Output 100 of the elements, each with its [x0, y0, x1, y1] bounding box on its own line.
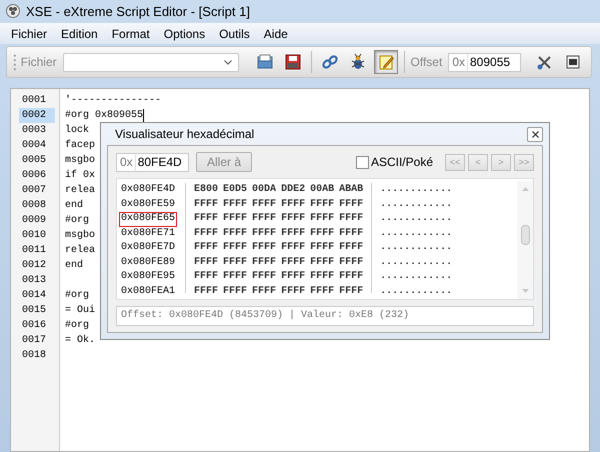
line-number: 0008: [21, 199, 48, 213]
code-line: = Ok.: [65, 334, 96, 348]
hex-word: FFFF: [339, 198, 364, 212]
hex-word: FFFF: [223, 212, 248, 226]
hex-word: FFFF: [281, 284, 306, 298]
line-number: 0002: [19, 108, 55, 123]
address-cell-text: 0x080FE71: [120, 226, 176, 240]
status-field: Offset: 0x080FE4D (8453709) | Valeur: 0xE8 (232): [116, 306, 534, 326]
hex-word: FFFF: [281, 256, 306, 270]
line-number: 0003: [21, 124, 48, 138]
line-number: 0016: [21, 319, 48, 333]
hex-word: FFFF: [194, 256, 218, 270]
line-number: 0004: [21, 139, 48, 153]
hex-word: FFFF: [223, 241, 248, 255]
address-cell-text: 0x080FE59: [120, 198, 176, 212]
hex-word: FFFF: [339, 212, 364, 226]
hex-word: FFFF: [281, 241, 306, 255]
code-line: if 0x: [65, 168, 96, 183]
address-cell-text: 0x080FE4D: [120, 183, 176, 197]
hex-word: FFFF: [252, 270, 276, 284]
line-number: 0011: [21, 244, 48, 258]
notepad-pencil-button[interactable]: [374, 50, 398, 74]
hex-word: FFFF: [310, 256, 334, 270]
hex-word: FFFF: [281, 270, 306, 284]
save-floppy-icon: [284, 53, 302, 71]
code-line: '---------------: [65, 94, 162, 108]
line-number: 0006: [21, 169, 48, 183]
hex-word: FFFF: [223, 198, 248, 212]
line-number: 0012: [21, 259, 48, 273]
code-line: end: [65, 198, 84, 213]
ascii-cell-text: ............: [380, 241, 452, 255]
checkbox[interactable]: [356, 156, 369, 168]
address-cell-text: 0x080FE95: [120, 270, 176, 284]
code-line: msgbo: [65, 228, 96, 243]
window-title: XSE - eXtreme Script Editor - [Script 1]: [26, 4, 250, 18]
address-field[interactable]: 80FE4D: [136, 152, 189, 172]
hex-word: FFFF: [223, 284, 248, 298]
ascii-cell-text: ............: [380, 198, 452, 212]
window-icon: [564, 53, 582, 71]
menu-item[interactable]: Format: [104, 26, 157, 40]
scroll-down-icon: [522, 289, 528, 293]
menu-item[interactable]: Edition: [54, 26, 105, 40]
menu-item[interactable]: Options: [156, 26, 212, 40]
line-number: 0015: [21, 304, 48, 318]
code-line: = Oui: [65, 304, 96, 318]
scrollbar-thumb[interactable]: [520, 225, 530, 245]
menu-item[interactable]: Aide: [256, 26, 295, 40]
hex-word: FFFF: [223, 226, 248, 240]
scroll-up-icon: [522, 187, 528, 191]
scrollbar[interactable]: [517, 181, 533, 299]
line-number: 0001: [21, 94, 48, 108]
address-cell-text: 0x080FE7D: [120, 241, 176, 255]
hex-word: FFFF: [252, 198, 276, 212]
offset-label: Offset: [410, 55, 442, 69]
hex-word: FFFF: [310, 284, 334, 298]
hex-word: FFFF: [310, 226, 334, 240]
ascii-cell-text: ............: [380, 226, 452, 240]
address-cell: 0x080FE65: [119, 212, 178, 226]
dialog-title: Visualisateur hexadécimal: [115, 127, 254, 141]
line-number: 0010: [21, 229, 48, 243]
code-line: relea: [65, 184, 96, 198]
app-icon: [6, 4, 20, 18]
ascii-cell-text: ............: [380, 270, 452, 284]
grip-icon: [13, 53, 17, 71]
hex-word: E0D5: [223, 183, 248, 197]
address-cell-text: 0x080FE89: [120, 256, 176, 270]
file-label: Fichier: [20, 55, 57, 69]
hex-word: FFFF: [281, 226, 306, 240]
code-line: #org: [65, 214, 90, 228]
hex-word: FFFF: [252, 212, 276, 226]
line-number: 0007: [21, 184, 48, 198]
line-number: 0013: [21, 274, 48, 288]
address-cell-text: 0x080FEA1: [120, 284, 176, 298]
hex-word: ABAB: [339, 183, 364, 197]
hex-word: FFFF: [310, 241, 334, 255]
hex-word: FFFF: [310, 212, 334, 226]
offset-field[interactable]: 809055: [468, 52, 521, 72]
line-number: 0014: [21, 289, 48, 303]
hex-word: FFFF: [339, 270, 364, 284]
ascii-cell-text: ............: [380, 183, 452, 197]
menu-item[interactable]: Outils: [212, 26, 257, 40]
hex-word: FFFF: [339, 256, 364, 270]
line-number: 0005: [21, 154, 48, 168]
hex-word: FFFF: [252, 284, 276, 298]
hex-word: 00DA: [252, 183, 276, 197]
menu-item[interactable]: Fichier: [4, 26, 54, 40]
ascii-cell-text: ............: [380, 256, 452, 270]
close-button[interactable]: [527, 126, 543, 142]
line-number: 0009: [21, 214, 48, 228]
hex-prefix-label: 0x: [448, 52, 468, 72]
code-line: #org: [65, 319, 90, 333]
hex-word: FFFF: [339, 241, 364, 255]
hex-word: DDE2: [281, 183, 306, 197]
hex-word: FFFF: [281, 212, 306, 226]
hex-word: FFFF: [194, 270, 218, 284]
hex-word: FFFF: [223, 256, 248, 270]
code-line: end: [65, 258, 84, 273]
code-line: relea: [65, 244, 96, 258]
hex-word: FFFF: [194, 241, 218, 255]
chain-link-icon: [320, 53, 339, 71]
